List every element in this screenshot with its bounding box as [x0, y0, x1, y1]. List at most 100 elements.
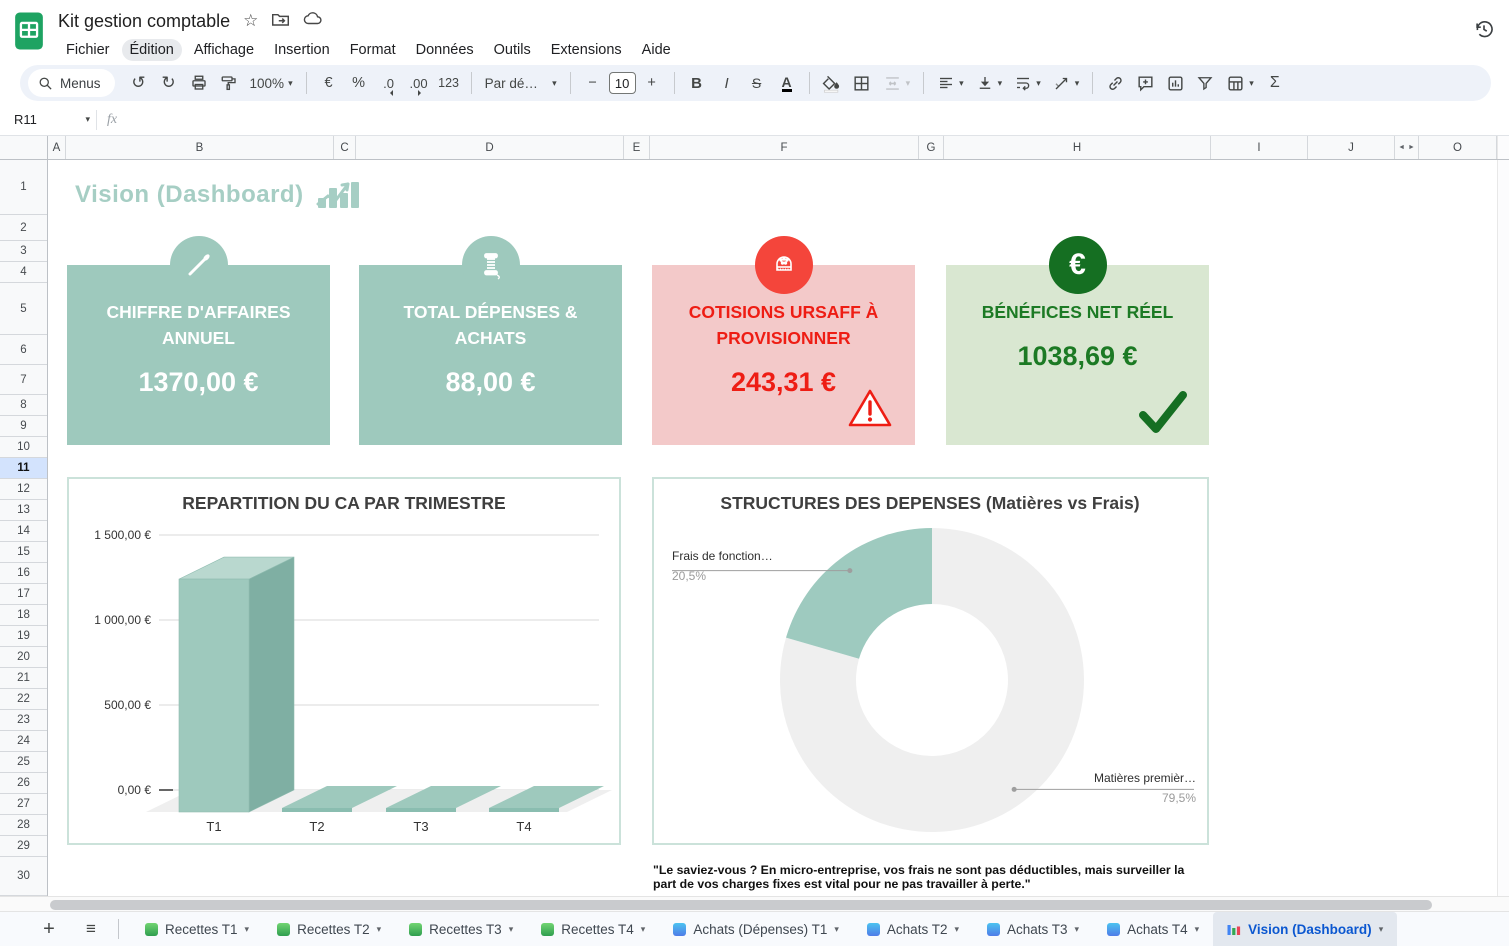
- column-header-D[interactable]: D: [356, 136, 624, 159]
- cloud-status-icon[interactable]: [303, 11, 323, 31]
- menu-données[interactable]: Données: [408, 39, 482, 61]
- bold-button[interactable]: B: [683, 69, 711, 97]
- document-title[interactable]: Kit gestion comptable: [58, 11, 230, 32]
- insert-chart-button[interactable]: [1161, 69, 1189, 97]
- functions-button[interactable]: Σ: [1261, 69, 1289, 97]
- chevron-down-icon[interactable]: ▾: [377, 924, 382, 935]
- sheet-tab-recettes-t2[interactable]: Recettes T2▾: [263, 912, 395, 946]
- merge-cells-button[interactable]: ▾: [878, 69, 916, 97]
- chevron-down-icon[interactable]: ▾: [1195, 924, 1200, 935]
- row-header-5[interactable]: 5: [0, 283, 47, 335]
- row-header-10[interactable]: 10: [0, 437, 47, 458]
- move-folder-icon[interactable]: [271, 11, 290, 32]
- decrease-font-size-button[interactable]: −: [579, 69, 607, 97]
- row-header-17[interactable]: 17: [0, 584, 47, 605]
- column-header-C[interactable]: C: [334, 136, 356, 159]
- column-header-J[interactable]: J: [1308, 136, 1395, 159]
- format-currency-button[interactable]: €: [315, 69, 343, 97]
- more-formats-button[interactable]: 123: [435, 69, 463, 97]
- name-box[interactable]: R11▾: [0, 112, 90, 127]
- sheet-tab-recettes-t1[interactable]: Recettes T1▾: [131, 912, 263, 946]
- chevron-down-icon[interactable]: ▾: [954, 924, 959, 935]
- borders-button[interactable]: [848, 69, 876, 97]
- row-header-9[interactable]: 9: [0, 416, 47, 437]
- text-color-button[interactable]: A: [773, 69, 801, 97]
- hidden-columns-toggle[interactable]: ◄►: [1395, 136, 1419, 159]
- chevron-down-icon[interactable]: ▾: [509, 924, 514, 935]
- column-header-B[interactable]: B: [66, 136, 334, 159]
- sheet-tab-achats-t4[interactable]: Achats T4▾: [1093, 912, 1213, 946]
- menu-insertion[interactable]: Insertion: [266, 39, 338, 61]
- undo-button[interactable]: ↺: [125, 69, 153, 97]
- row-header-21[interactable]: 21: [0, 668, 47, 689]
- row-header-28[interactable]: 28: [0, 815, 47, 836]
- row-header-1[interactable]: 1: [0, 160, 47, 215]
- row-header-12[interactable]: 12: [0, 479, 47, 500]
- column-header-H[interactable]: H: [944, 136, 1211, 159]
- vertical-align-button[interactable]: ▾: [971, 69, 1008, 97]
- redo-button[interactable]: ↻: [155, 69, 183, 97]
- column-header-E[interactable]: E: [624, 136, 650, 159]
- horizontal-align-button[interactable]: ▾: [932, 69, 969, 97]
- decrease-decimals-button[interactable]: .0: [375, 69, 403, 97]
- sheet-tab-achats-t3[interactable]: Achats T3▾: [973, 912, 1093, 946]
- row-header-14[interactable]: 14: [0, 521, 47, 542]
- row-header-29[interactable]: 29: [0, 836, 47, 857]
- all-sheets-button[interactable]: ≡: [76, 919, 106, 939]
- bar-chart-panel[interactable]: REPARTITION DU CA PAR TRIMESTRE1 500,00 …: [67, 477, 621, 845]
- column-header-G[interactable]: G: [919, 136, 944, 159]
- create-filter-button[interactable]: [1191, 69, 1219, 97]
- zoom-select[interactable]: 100%▾: [245, 69, 298, 97]
- row-header-6[interactable]: 6: [0, 335, 47, 365]
- select-all-corner[interactable]: [0, 136, 48, 159]
- vertical-scrollbar[interactable]: [1497, 160, 1509, 896]
- chevron-down-icon[interactable]: ▾: [245, 924, 250, 935]
- star-icon[interactable]: ☆: [243, 11, 258, 31]
- menu-affichage[interactable]: Affichage: [186, 39, 262, 61]
- row-header-26[interactable]: 26: [0, 773, 47, 794]
- row-header-13[interactable]: 13: [0, 500, 47, 521]
- row-header-25[interactable]: 25: [0, 752, 47, 773]
- text-rotation-button[interactable]: ▾: [1048, 69, 1085, 97]
- row-header-3[interactable]: 3: [0, 241, 47, 262]
- search-menus-button[interactable]: Menus: [28, 69, 115, 97]
- row-header-27[interactable]: 27: [0, 794, 47, 815]
- strikethrough-button[interactable]: S: [743, 69, 771, 97]
- chevron-down-icon[interactable]: ▾: [641, 924, 646, 935]
- font-size-input[interactable]: 10: [609, 72, 636, 94]
- column-header-O[interactable]: O: [1419, 136, 1497, 159]
- sheet-tab-recettes-t3[interactable]: Recettes T3▾: [395, 912, 527, 946]
- add-sheet-button[interactable]: +: [34, 918, 64, 941]
- menu-aide[interactable]: Aide: [634, 39, 679, 61]
- font-family-select[interactable]: Par dé…▾: [480, 69, 562, 97]
- row-header-23[interactable]: 23: [0, 710, 47, 731]
- menu-fichier[interactable]: Fichier: [58, 39, 118, 61]
- text-wrap-button[interactable]: ▾: [1009, 69, 1046, 97]
- row-header-7[interactable]: 7: [0, 365, 47, 395]
- horizontal-scrollbar[interactable]: [0, 896, 1509, 912]
- row-header-4[interactable]: 4: [0, 262, 47, 283]
- row-header-30[interactable]: 30: [0, 857, 47, 896]
- fill-color-button[interactable]: [818, 69, 846, 97]
- row-header-16[interactable]: 16: [0, 563, 47, 584]
- insert-link-button[interactable]: [1101, 69, 1129, 97]
- sheet-canvas[interactable]: Vision (Dashboard) CHIFFRE D'AFFAIRES AN…: [48, 160, 1497, 896]
- menu-format[interactable]: Format: [342, 39, 404, 61]
- sheet-tab-vision-dashboard-[interactable]: Vision (Dashboard)▾: [1213, 912, 1397, 946]
- sheet-tab-recettes-t4[interactable]: Recettes T4▾: [527, 912, 659, 946]
- row-header-22[interactable]: 22: [0, 689, 47, 710]
- row-header-18[interactable]: 18: [0, 605, 47, 626]
- chevron-down-icon[interactable]: ▾: [834, 924, 839, 935]
- insert-comment-button[interactable]: [1131, 69, 1159, 97]
- row-header-19[interactable]: 19: [0, 626, 47, 647]
- row-header-15[interactable]: 15: [0, 542, 47, 563]
- row-header-8[interactable]: 8: [0, 395, 47, 416]
- donut-chart-panel[interactable]: STRUCTURES DES DEPENSES (Matières vs Fra…: [652, 477, 1209, 845]
- menu-outils[interactable]: Outils: [486, 39, 539, 61]
- row-header-2[interactable]: 2: [0, 215, 47, 241]
- print-button[interactable]: [185, 69, 213, 97]
- column-header-F[interactable]: F: [650, 136, 919, 159]
- column-header-A[interactable]: A: [48, 136, 66, 159]
- sheets-logo-icon[interactable]: [14, 11, 44, 56]
- menu-édition[interactable]: Édition: [122, 39, 182, 61]
